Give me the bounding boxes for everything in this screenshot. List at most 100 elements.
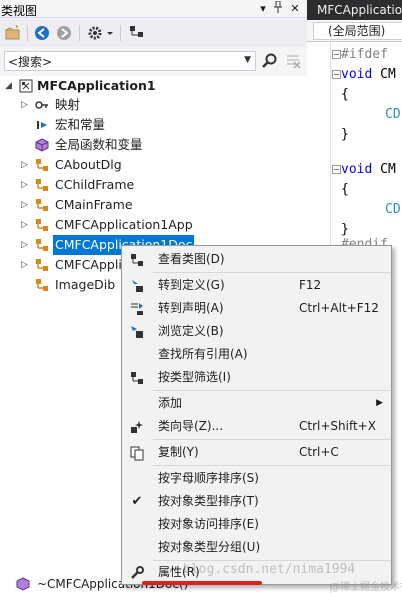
menu-item-filter-by-type[interactable]: 按类型筛选(I) xyxy=(122,366,391,389)
tree-item-class[interactable]: ▷ CMFCApplication1App xyxy=(0,215,300,235)
tree-item-globals[interactable]: 全局函数和变量 xyxy=(0,135,300,155)
menu-item-view-class-diagram[interactable]: 查看类图(D) xyxy=(122,248,391,271)
tree-item-label: 全局函数和变量 xyxy=(55,137,143,152)
fold-collapse-icon[interactable]: − xyxy=(332,70,341,79)
menu-item-copy[interactable]: 复制(Y) Ctrl+C xyxy=(122,441,391,464)
class-icon xyxy=(35,278,49,292)
context-menu: 查看类图(D) 转到定义(G) F12 转到声明(A) Ctrl+Alt+F12… xyxy=(121,245,392,585)
submenu-arrow-icon: ▶ xyxy=(376,398,383,408)
class-view-toolbar xyxy=(0,19,307,47)
code-line: #ifdef xyxy=(341,47,388,62)
search-input[interactable] xyxy=(8,53,233,69)
class-diagram-icon xyxy=(129,252,145,268)
search-icon[interactable] xyxy=(262,53,278,69)
menu-separator xyxy=(153,465,390,466)
code-line: void CM xyxy=(341,162,396,177)
collapsed-arrow-icon[interactable]: ▷ xyxy=(21,175,28,195)
wrench-icon xyxy=(129,565,145,581)
code-line: { xyxy=(341,182,349,197)
menu-item-add[interactable]: 添加 ▶ xyxy=(122,392,391,415)
tree-item-label: CChildFrame xyxy=(55,177,135,192)
collapsed-arrow-icon[interactable]: ▷ xyxy=(21,195,28,215)
expanded-arrow-icon[interactable]: ◢ xyxy=(5,76,12,96)
tree-root-label: MFCApplication1 xyxy=(37,78,156,93)
tree-item-class[interactable]: ▷ CAboutDlg xyxy=(0,155,300,175)
menu-item-go-to-declaration[interactable]: 转到声明(A) Ctrl+Alt+F12 xyxy=(122,297,391,320)
panel-menu-dropdown-icon[interactable]: ▾ xyxy=(256,1,270,16)
tree-item-maps[interactable]: ▷ 映射 xyxy=(0,95,300,115)
collapsed-arrow-icon[interactable]: ▷ xyxy=(21,215,28,235)
copy-icon xyxy=(129,445,145,461)
class-icon xyxy=(35,218,49,232)
class-icon xyxy=(35,238,49,252)
pin-icon[interactable] xyxy=(271,0,285,16)
checkmark-icon: ✔ xyxy=(131,494,143,509)
code-line: void CM xyxy=(341,67,396,82)
watermark-text: blog.csdn.net/nima1994 xyxy=(183,562,356,577)
collapsed-arrow-icon[interactable]: ▷ xyxy=(21,155,28,175)
toolbar-separator xyxy=(27,25,28,41)
menu-item-group-by-object-type[interactable]: 按对象类型分组(U) xyxy=(122,536,391,559)
highlight-underline xyxy=(142,581,262,585)
search-box[interactable]: ▼ xyxy=(4,51,256,71)
code-line: { xyxy=(341,87,349,102)
filter-type-icon xyxy=(129,370,145,386)
tree-item-class[interactable]: ▷ CChildFrame xyxy=(0,175,300,195)
menu-item-browse-definition[interactable]: 浏览定义(B) xyxy=(122,320,391,343)
tree-item-label: CMainFrame xyxy=(55,197,133,212)
tree-item-class[interactable]: ▷ CMainFrame xyxy=(0,195,300,215)
browse-definition-icon xyxy=(129,324,145,340)
class-hierarchy-icon[interactable] xyxy=(128,24,146,42)
code-line: CD xyxy=(385,107,401,122)
tree-item-label: 宏和常量 xyxy=(55,117,106,132)
tree-item-macros[interactable]: 宏和常量 xyxy=(0,115,300,135)
collapsed-arrow-icon[interactable]: ▷ xyxy=(21,235,28,255)
project-icon xyxy=(19,79,33,93)
cube-icon xyxy=(35,138,49,152)
watermark-text-secondary: @稀土掘金技术社区 xyxy=(330,582,402,593)
class-wizard-icon xyxy=(129,419,145,435)
go-to-declaration-icon xyxy=(129,301,145,317)
fold-collapse-icon[interactable]: − xyxy=(332,165,341,174)
scope-bar: (全局范围) xyxy=(307,20,402,42)
panel-title-bar: 类视图 ▾ ✕ xyxy=(0,0,307,18)
new-folder-icon[interactable] xyxy=(4,24,22,42)
back-icon[interactable] xyxy=(33,24,51,42)
chevron-down-icon[interactable]: ▼ xyxy=(244,55,251,65)
close-icon[interactable]: ✕ xyxy=(288,1,302,16)
menu-item-sort-alphabetically[interactable]: 按字母顺序排序(S) xyxy=(122,467,391,490)
tree-item-label: CAboutDlg xyxy=(55,157,122,172)
panel-title: 类视图 xyxy=(1,4,38,18)
class-icon xyxy=(35,158,49,172)
code-line: } xyxy=(341,127,349,142)
class-icon xyxy=(35,178,49,192)
tree-root-project[interactable]: ◢ MFCApplication1 xyxy=(0,76,300,96)
class-icon xyxy=(35,258,49,272)
menu-item-go-to-definition[interactable]: 转到定义(G) F12 xyxy=(122,274,391,297)
menu-separator xyxy=(153,439,390,440)
code-line: CD xyxy=(385,202,401,217)
fold-collapse-icon[interactable]: − xyxy=(332,50,341,59)
tree-item-label: CMFCApplication1App xyxy=(55,217,193,232)
tree-item-label: 映射 xyxy=(55,97,81,112)
collapsed-arrow-icon[interactable]: ▷ xyxy=(21,95,28,115)
forward-icon[interactable] xyxy=(55,24,73,42)
collapsed-arrow-icon[interactable]: ▷ xyxy=(21,255,28,275)
editor-tab[interactable]: MFCApplicatio xyxy=(307,0,402,20)
menu-item-find-all-references[interactable]: 查找所有引用(A) xyxy=(122,343,391,366)
menu-item-sort-by-object-type[interactable]: ✔ 按对象类型排序(T) xyxy=(122,490,391,513)
tree-item-label: CMFCAppli xyxy=(55,257,122,272)
settings-gear-icon[interactable] xyxy=(86,24,114,42)
tree-item-label: ImageDib xyxy=(55,277,116,292)
go-to-definition-icon xyxy=(129,278,145,294)
destructor-method-icon xyxy=(16,577,30,593)
clear-search-icon[interactable] xyxy=(285,53,301,69)
key-map-icon xyxy=(35,98,49,112)
toolbar-separator xyxy=(120,25,121,41)
menu-item-sort-by-access[interactable]: 按对象访问排序(E) xyxy=(122,513,391,536)
menu-item-class-wizard[interactable]: 类向导(Z)... Ctrl+Shift+X xyxy=(122,415,391,438)
macro-icon xyxy=(35,118,49,132)
toolbar-separator xyxy=(79,25,80,41)
scope-dropdown[interactable]: (全局范围) xyxy=(313,22,402,40)
menu-separator xyxy=(153,390,390,391)
